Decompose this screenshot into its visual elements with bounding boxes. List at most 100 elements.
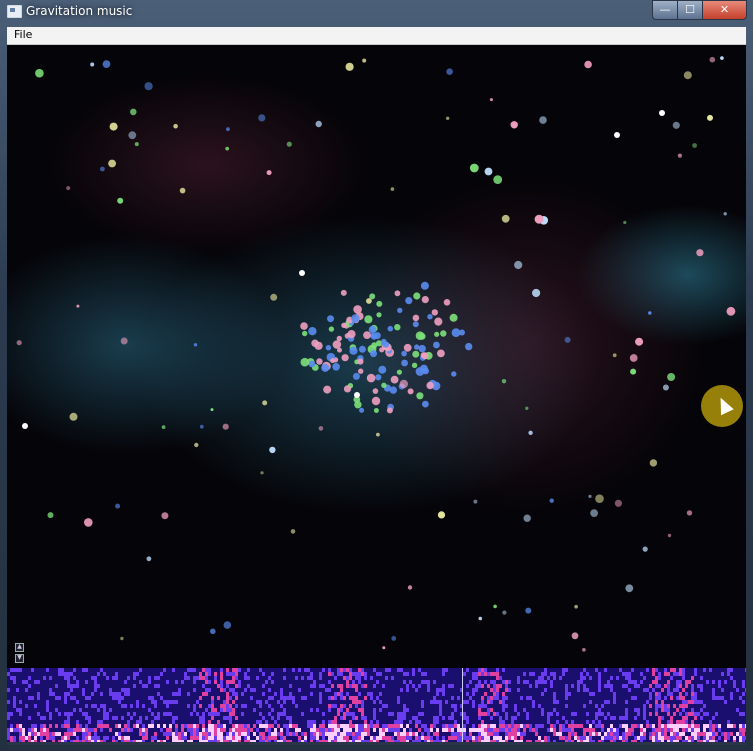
spectrogram-cell — [709, 724, 712, 728]
spectrogram-cell — [310, 708, 313, 712]
spectrogram-cell — [550, 680, 553, 684]
spectrogram-cell — [199, 696, 202, 700]
spectrogram-cell — [703, 736, 706, 740]
spectrogram-cell — [172, 716, 175, 720]
spectrogram-cell — [502, 724, 505, 728]
spectrogram-cell — [118, 732, 121, 736]
spectrogram-cell — [637, 724, 640, 728]
spectrogram-cell — [658, 716, 661, 720]
spectrogram-cell — [73, 708, 76, 712]
spectrogram-cell — [694, 692, 697, 696]
particle — [501, 379, 507, 384]
spectrogram-cell — [283, 676, 286, 680]
spectrogram-cell — [187, 724, 190, 728]
spectrogram-cell — [616, 728, 619, 732]
spectrogram-cell — [745, 728, 746, 732]
spectrogram-cell — [43, 716, 46, 720]
particle — [588, 494, 592, 498]
title-bar[interactable]: Gravitation music — ☐ ✕ — [0, 0, 753, 26]
spectrogram-cell — [424, 724, 427, 728]
spectrogram-cell — [412, 672, 415, 676]
spectrogram-cell — [106, 724, 109, 728]
spectrogram-cell — [307, 676, 310, 680]
spectrogram-cell — [190, 668, 193, 672]
particle — [100, 166, 105, 172]
simulation-canvas[interactable]: ▲ ▼ — [7, 45, 746, 668]
spectrogram-cell — [358, 708, 361, 712]
spectrogram-cell — [352, 724, 355, 728]
spectrogram-cell — [277, 724, 280, 728]
spectrogram-cell — [13, 680, 16, 684]
particle — [332, 340, 342, 349]
spectrogram-cell — [193, 732, 196, 736]
spectrogram-cell — [103, 672, 106, 676]
particle — [407, 585, 413, 590]
spectrogram-cell — [79, 724, 82, 728]
spectrogram-cell — [217, 736, 220, 740]
spectrogram-cell — [472, 692, 475, 696]
spectrogram-cell — [424, 672, 427, 676]
spectrogram-cell — [67, 732, 70, 736]
spectrogram-cell — [196, 676, 199, 680]
spectrogram-cell — [532, 728, 535, 732]
spectrogram-cell — [526, 680, 529, 684]
spectrogram-cell — [463, 736, 466, 740]
spectrogram-cell — [295, 676, 298, 680]
spectrogram-cell — [703, 712, 706, 716]
spectrogram-cell — [241, 692, 244, 696]
maximize-button[interactable]: ☐ — [677, 0, 703, 20]
spectrogram-cell — [208, 712, 211, 716]
spectrogram-cell — [676, 688, 679, 692]
spectrogram-cell — [346, 684, 349, 688]
spectrogram-cell — [58, 732, 61, 736]
close-button[interactable]: ✕ — [702, 0, 747, 20]
menu-item-file[interactable]: File — [12, 28, 34, 41]
spectrogram-cell — [634, 680, 637, 684]
spectrogram-cell — [670, 728, 673, 732]
spectrogram-cell — [712, 696, 715, 700]
spectrogram-cell — [334, 724, 337, 728]
spectrogram-cell — [376, 720, 379, 724]
minimize-button[interactable]: — — [652, 0, 678, 20]
spectrogram-cell — [235, 692, 238, 696]
spectrogram-cell — [640, 672, 643, 676]
spectrogram-cell — [13, 696, 16, 700]
spectrogram-cell — [610, 728, 613, 732]
mini-up-button[interactable]: ▲ — [15, 643, 24, 652]
spectrogram-cell — [196, 712, 199, 716]
spectrogram-cell — [691, 732, 694, 736]
spectrogram-cell — [625, 732, 628, 736]
spectrogram-cell — [235, 736, 238, 740]
spectrogram-cell — [67, 692, 70, 696]
particle — [720, 56, 724, 60]
particle — [266, 170, 272, 176]
spectrogram-cell — [496, 736, 499, 740]
spectrogram-cell — [139, 728, 142, 732]
spectrogram-cell — [601, 724, 604, 728]
spectrogram-cell — [217, 732, 220, 736]
spectrogram-cell — [133, 672, 136, 676]
spectrogram-cell — [523, 672, 526, 676]
spectrogram-cell — [154, 716, 157, 720]
spectrogram-cell — [547, 716, 550, 720]
particle — [128, 131, 137, 140]
spectrogram-cell — [355, 704, 358, 708]
particle — [421, 296, 429, 304]
spectrogram-cell — [592, 728, 595, 732]
particle — [394, 290, 401, 297]
spectrogram-cell — [550, 684, 553, 688]
particle — [378, 365, 387, 374]
spectrogram-cell — [694, 716, 697, 720]
spectrogram-cell — [430, 736, 433, 740]
spectrogram-cell — [265, 724, 268, 728]
spectrogram-cell — [328, 708, 331, 712]
spectrogram-cell — [334, 732, 337, 736]
spectrogram-cell — [190, 724, 193, 728]
spectrogram-cell — [448, 728, 451, 732]
spectrogram-cell — [97, 708, 100, 712]
spectrogram-cell — [490, 672, 493, 676]
spectrogram-cell — [232, 712, 235, 716]
mini-down-button[interactable]: ▼ — [15, 654, 24, 663]
spectrogram-cell — [94, 728, 97, 732]
spectrogram-cell — [637, 712, 640, 716]
